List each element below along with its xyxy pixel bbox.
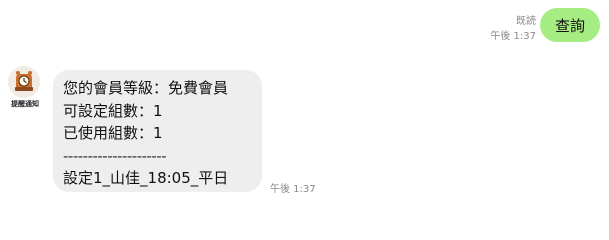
sender-avatar[interactable] [8, 66, 40, 98]
sender-name: 提醒通知 [11, 100, 39, 108]
divider-line: --------------------- [63, 146, 167, 165]
outgoing-message-bubble[interactable]: 查詢 [540, 8, 600, 42]
setting-entry-line: 設定1_山佳_18:05_平日 [63, 169, 229, 187]
outgoing-timestamp: 午後 1:37 [490, 31, 536, 42]
read-status: 既読 [516, 16, 536, 27]
clock-badge-icon [8, 66, 40, 98]
used-sets-line: 已使用組數：1 [63, 124, 163, 142]
incoming-message-bubble[interactable]: 您的會員等級：免費會員 可設定組數：1 已使用組數：1 ------------… [53, 70, 262, 192]
membership-level-line: 您的會員等級：免費會員 [63, 79, 229, 97]
outgoing-message-text: 查詢 [554, 16, 585, 35]
outgoing-message-meta: 既読 午後 1:37 [490, 14, 536, 44]
allowed-sets-line: 可設定組數：1 [63, 101, 163, 120]
incoming-timestamp: 午後 1:37 [270, 184, 316, 195]
